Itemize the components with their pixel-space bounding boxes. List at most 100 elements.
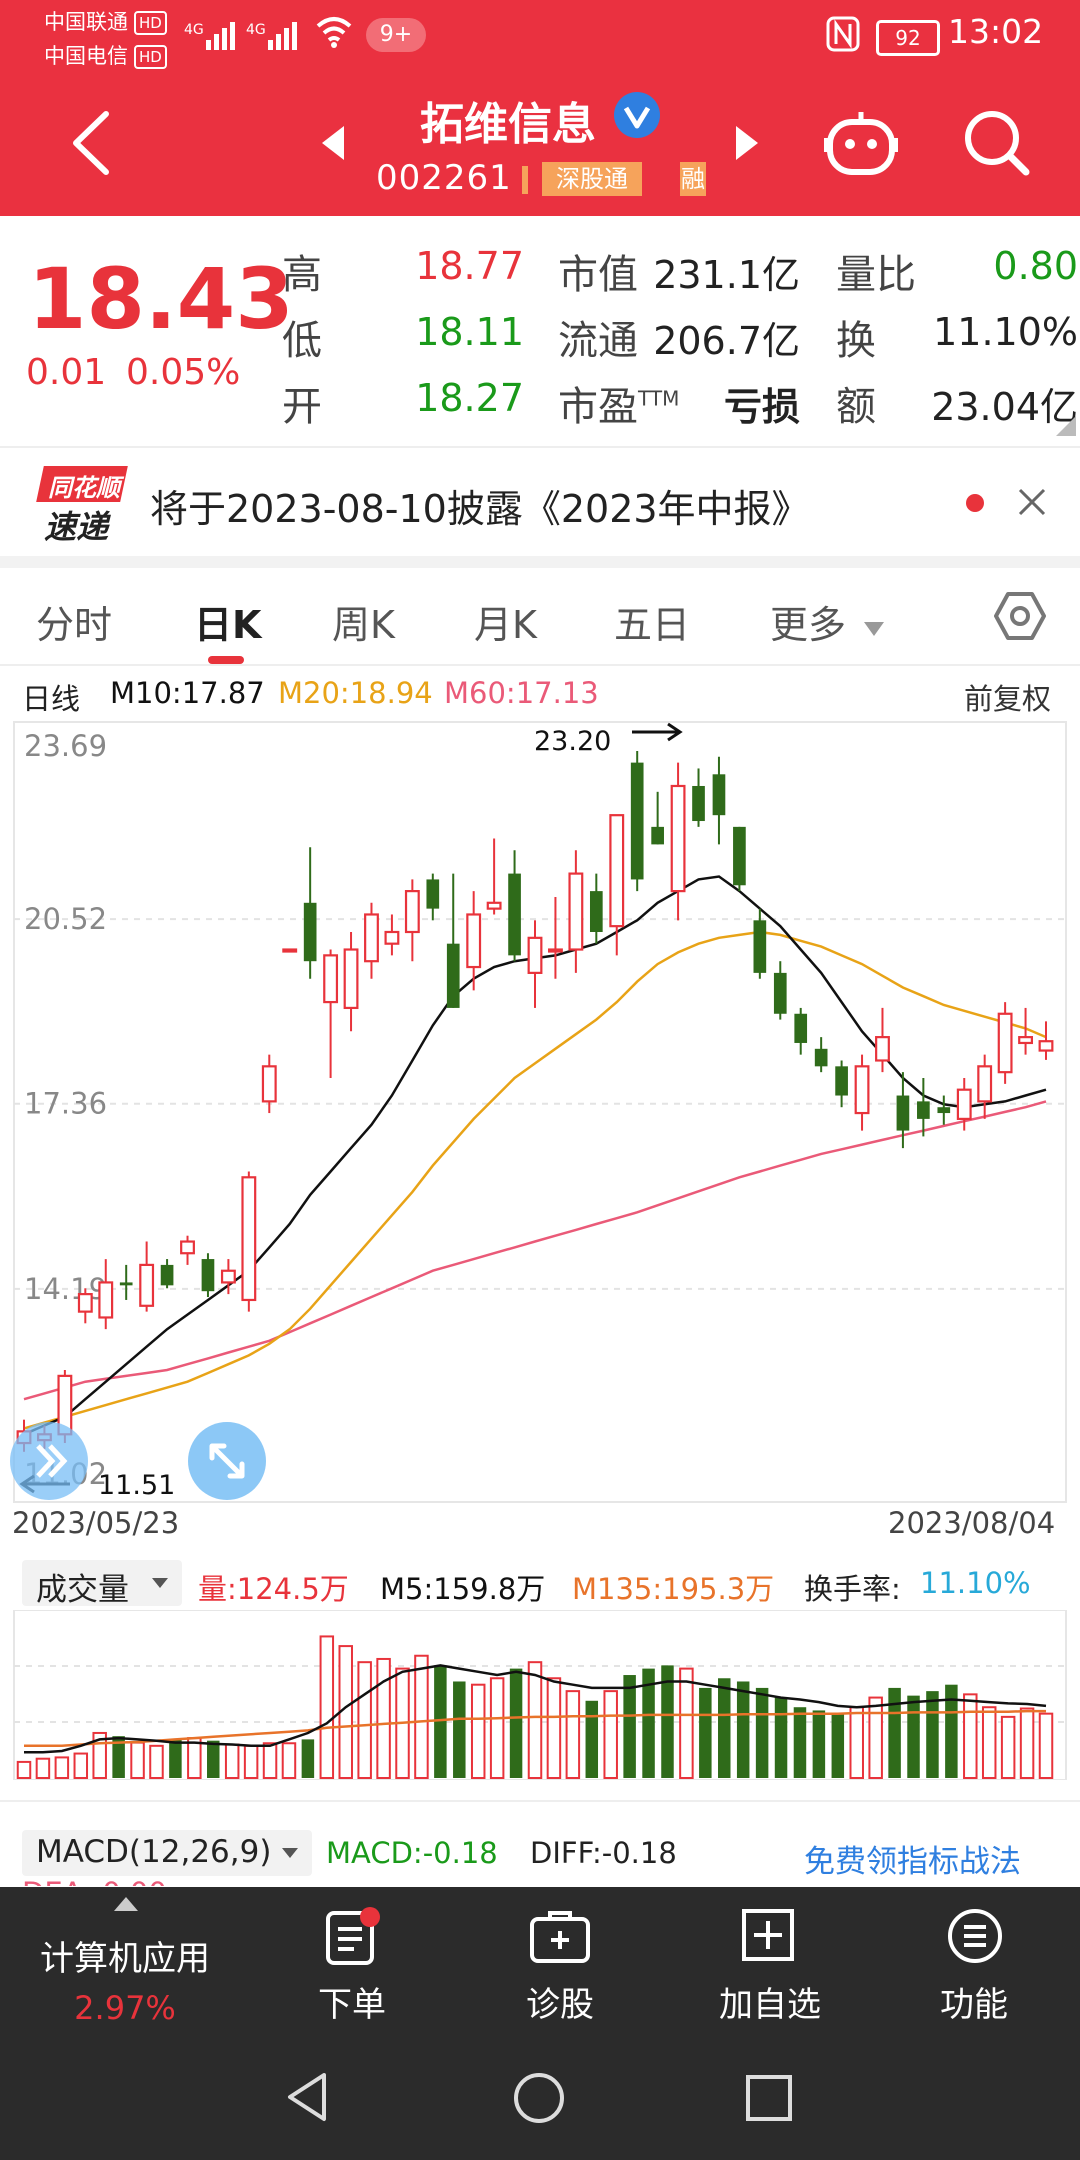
candle-body [201, 1259, 215, 1292]
candlestick [977, 1054, 993, 1119]
stock-code: 002261 [376, 158, 512, 198]
volume-indicator-selector[interactable]: 成交量 [22, 1560, 182, 1608]
volume-bar [736, 1681, 750, 1778]
kline-period-label: 日线 [22, 682, 81, 716]
kline-y-tick: 17.36 [24, 1087, 107, 1121]
candlestick [651, 791, 664, 845]
candlestick [282, 948, 298, 953]
volume-bar [169, 1739, 182, 1778]
candlestick [1038, 1021, 1054, 1060]
tab-five-day[interactable]: 五日 [614, 594, 690, 649]
candlestick [917, 1078, 930, 1137]
candle-body [814, 1048, 828, 1067]
svg-text:4G: 4G [184, 22, 204, 38]
volume-bar [224, 1743, 240, 1779]
candlestick [180, 1235, 195, 1265]
collapse-panel-button[interactable] [10, 1422, 88, 1500]
amount-label: 额 [836, 384, 876, 430]
search-icon[interactable] [962, 108, 1032, 182]
order-button[interactable]: 下单 [292, 1977, 412, 2026]
tab-weekly-k[interactable]: 周K [332, 594, 395, 649]
add-watchlist-icon[interactable] [740, 1907, 796, 1967]
functions-button[interactable]: 功能 [914, 1977, 1034, 2026]
volume-bar [470, 1683, 486, 1779]
candle-body [527, 936, 543, 974]
nav-home-icon[interactable] [512, 2071, 566, 2129]
volume-bar [281, 1742, 297, 1779]
volume-bar [755, 1687, 769, 1778]
high-label: 高 [282, 252, 322, 298]
float-cap-value: 206.7亿 [653, 319, 800, 363]
candle-body [508, 873, 521, 956]
close-icon[interactable] [1016, 486, 1048, 522]
candlestick [692, 768, 705, 827]
candle-body [364, 913, 379, 963]
expand-up-icon[interactable] [112, 1895, 140, 1917]
ma60-line [23, 1100, 1047, 1401]
candle-body [98, 1281, 114, 1319]
settings-hexagon-icon[interactable] [994, 590, 1046, 646]
market-cap-value: 231.1亿 [653, 253, 800, 297]
margin-tag: 融 [680, 162, 706, 196]
functions-menu-icon[interactable] [946, 1907, 1004, 1969]
candle-body [180, 1240, 195, 1255]
fullscreen-button[interactable] [188, 1422, 266, 1500]
volume-bar [262, 1742, 278, 1779]
candlestick [323, 949, 339, 1079]
tab-monthly-k[interactable]: 月K [474, 594, 537, 649]
volume-chart[interactable] [0, 1610, 1080, 1780]
macd-indicator-selector[interactable]: MACD(12,26,9) [22, 1830, 312, 1876]
tab-intraday[interactable]: 分时 [36, 594, 112, 649]
volume-bar [812, 1710, 826, 1778]
tab-daily-k[interactable]: 日K [194, 594, 261, 649]
kline-chart[interactable]: 23.6920.5217.3614.1911.02 23.20 11.51 [0, 714, 1080, 1504]
volume-bar [849, 1706, 864, 1779]
candle-body [835, 1066, 848, 1096]
tab-more[interactable]: 更多 [770, 594, 886, 649]
kline-y-tick: 20.52 [24, 902, 107, 936]
notification-count-badge: 9+ [366, 18, 426, 52]
back-button[interactable] [66, 108, 116, 182]
candlestick [364, 902, 379, 979]
status-carrier1: 中国联通 HD [44, 6, 167, 36]
candlestick [835, 1060, 848, 1108]
candlestick [77, 1288, 93, 1324]
candlestick [733, 826, 746, 892]
diagnose-icon[interactable] [528, 1909, 592, 1971]
candle-body [568, 872, 584, 951]
diagnose-button[interactable]: 诊股 [500, 1977, 620, 2026]
prev-stock-button[interactable] [320, 124, 346, 166]
bottom-action-bar: 计算机应用 2.97% 下单 诊股 加自选 功能 [0, 1887, 1080, 2160]
candle-body [609, 814, 625, 928]
free-indicator-promo-link[interactable]: 免费领指标战法 [804, 1836, 1021, 1881]
sector-name[interactable]: 计算机应用 [20, 1931, 230, 1980]
candlestick [630, 750, 644, 892]
nav-back-icon[interactable] [284, 2071, 330, 2127]
volume-bar [793, 1707, 807, 1778]
low-label: 低 [282, 318, 322, 364]
candlestick [712, 756, 726, 845]
verified-icon [612, 90, 662, 144]
volume-bar [357, 1661, 372, 1779]
next-stock-button[interactable] [734, 124, 760, 166]
robot-assistant-icon[interactable] [824, 108, 898, 184]
amount-value: 23.04亿 [931, 385, 1078, 429]
order-icon[interactable] [322, 1907, 382, 1973]
nav-recents-icon[interactable] [744, 2073, 794, 2127]
volume-bar [774, 1697, 788, 1778]
candle-body [486, 901, 502, 910]
candlestick [303, 847, 317, 979]
adjust-mode-button[interactable]: 前复权 [964, 676, 1051, 718]
candlestick [139, 1241, 155, 1312]
candle-body [875, 1036, 890, 1062]
battery-icon: 92 [876, 20, 940, 56]
volume-turnover-label: 换手率: [804, 1572, 901, 1606]
candle-body [917, 1101, 930, 1119]
notice-text[interactable]: 将于2023-08-10披露《2023年中报》 [150, 478, 810, 533]
volume-bar [868, 1696, 883, 1779]
status-carrier2: 中国电信 HD [44, 40, 167, 70]
add-watchlist-button[interactable]: 加自选 [700, 1977, 840, 2026]
expand-corner-icon[interactable] [1056, 416, 1076, 440]
max-price-arrow [632, 722, 683, 742]
macd-value: MACD:-0.18 [326, 1836, 498, 1870]
